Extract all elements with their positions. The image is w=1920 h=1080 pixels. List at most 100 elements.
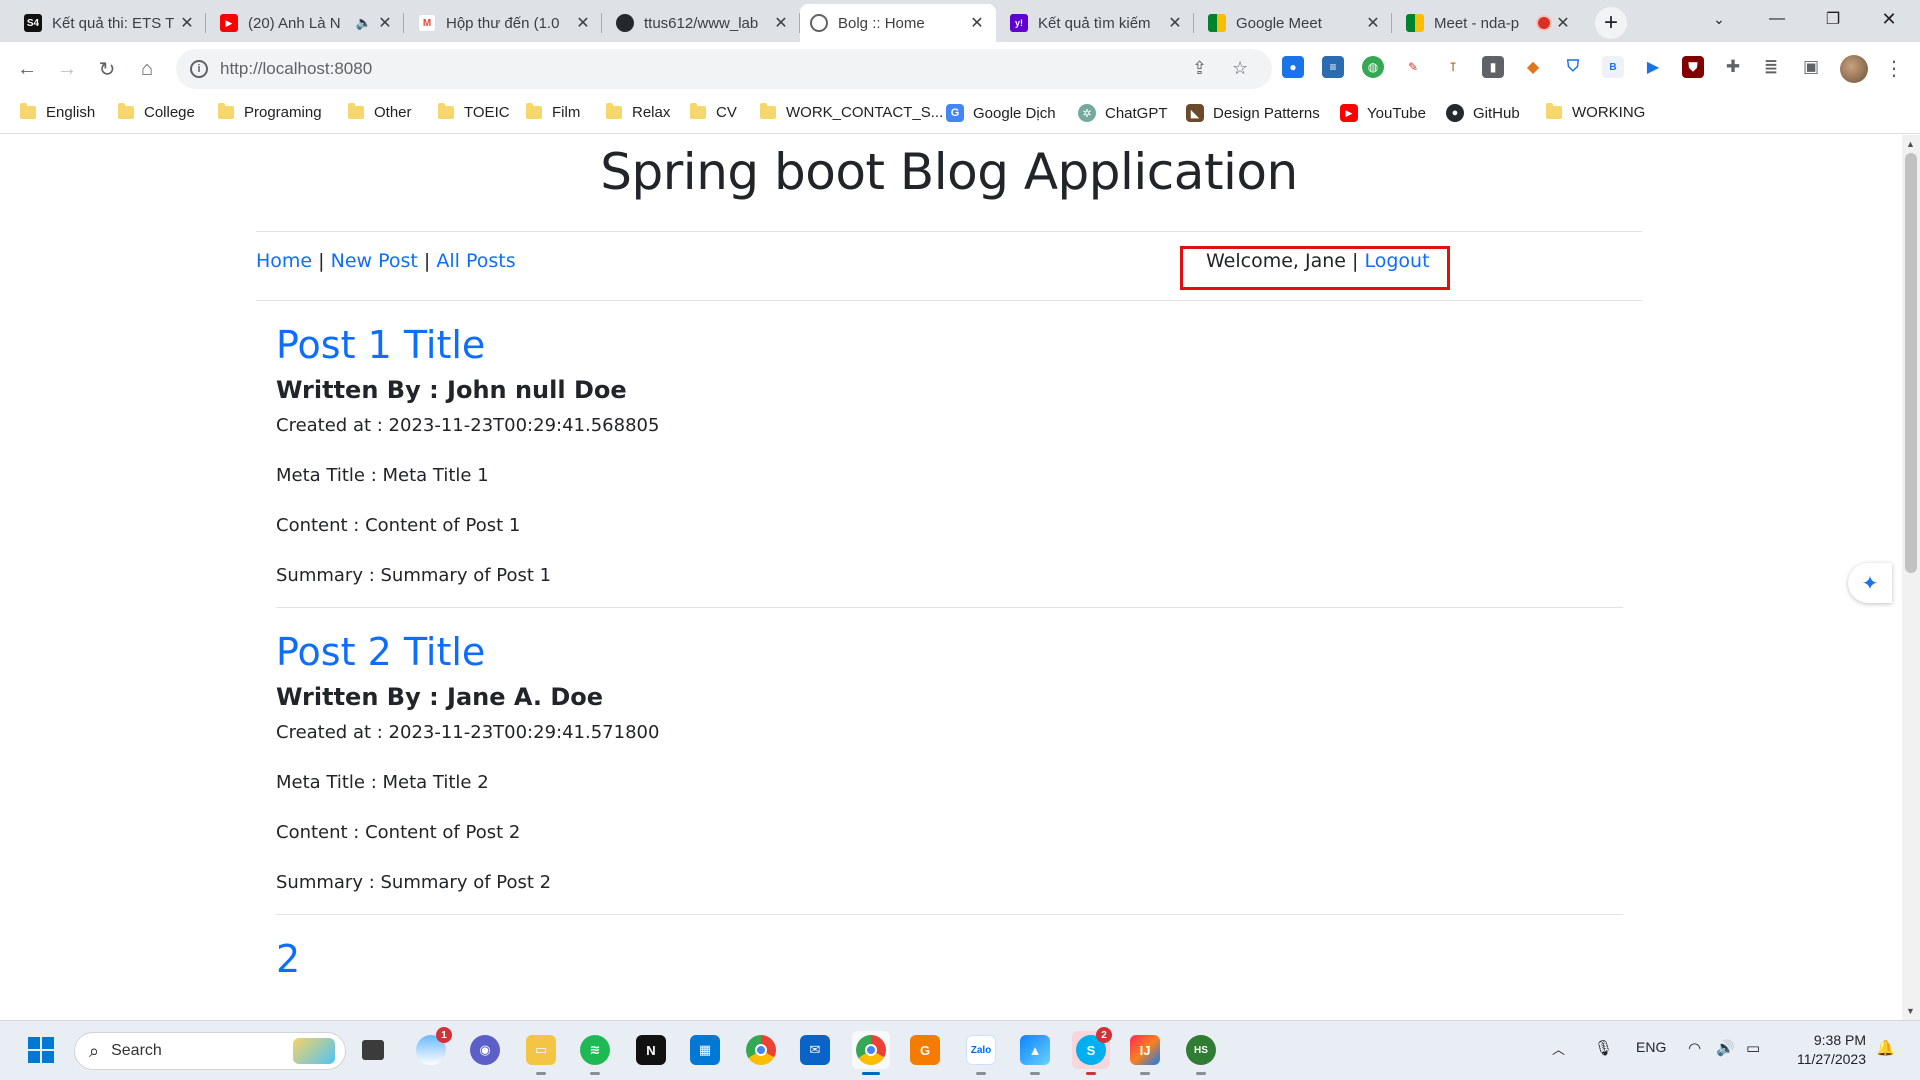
tab-github[interactable]: ttus612/www_lab ✕ <box>606 4 800 42</box>
nav-new-post-link[interactable]: New Post <box>331 250 418 272</box>
pagination-link[interactable]: 2 <box>276 937 1642 981</box>
new-tab-button[interactable]: + <box>1595 7 1627 39</box>
more-menu-icon[interactable]: ⋮ <box>1884 56 1904 81</box>
scrollbar-thumb[interactable] <box>1905 153 1917 573</box>
green-extension-icon[interactable]: ◍ <box>1362 56 1384 78</box>
minimize-button[interactable]: — <box>1754 0 1800 38</box>
teams-chat-icon[interactable]: ◉ <box>466 1031 504 1069</box>
reading-list-icon[interactable]: ≣ <box>1760 56 1782 78</box>
forward-button[interactable]: → <box>50 52 84 86</box>
bookmark-folder-college[interactable]: College <box>118 103 195 121</box>
page-scrollbar[interactable]: ▲ ▼ <box>1902 135 1920 1020</box>
close-icon[interactable]: ✕ <box>574 13 592 33</box>
nav-home-link[interactable]: Home <box>256 250 312 272</box>
metamask-icon[interactable]: ◆ <box>1522 56 1544 78</box>
bookmark-star-icon[interactable]: ☆ <box>1232 58 1248 79</box>
bookmark-folder-english[interactable]: English <box>20 103 95 121</box>
tab-youtube[interactable]: ▶ (20) Anh Là N 🔈 ✕ <box>210 4 404 42</box>
url-input[interactable] <box>220 59 1120 79</box>
ublock-icon[interactable]: ⛊ <box>1682 56 1704 78</box>
side-panel-icon[interactable]: ▣ <box>1800 56 1822 78</box>
bookmark-folder-cv[interactable]: CV <box>690 103 737 121</box>
post-title-link[interactable]: Post 2 Title <box>276 630 1623 674</box>
language-indicator[interactable]: ENG <box>1636 1039 1666 1055</box>
close-icon[interactable]: ✕ <box>376 13 394 33</box>
profile-avatar[interactable] <box>1840 55 1868 83</box>
home-icon[interactable]: ⌂ <box>130 52 164 86</box>
notification-bell-icon[interactable]: 🔔 <box>1876 1039 1895 1057</box>
close-window-button[interactable]: ✕ <box>1866 0 1912 38</box>
scroll-down-icon[interactable]: ▼ <box>1906 1006 1915 1016</box>
speaker-icon[interactable]: 🔈 <box>356 15 372 31</box>
weather-widget-icon[interactable]: 1 <box>412 1027 452 1069</box>
zalo-icon[interactable]: Zalo <box>962 1031 1000 1075</box>
color-extension-icon[interactable]: ✎ <box>1402 56 1424 78</box>
tab-search-icon[interactable]: ⌄ <box>1696 0 1742 38</box>
close-icon[interactable]: ✕ <box>1166 13 1184 33</box>
address-bar[interactable]: i ⇪ ☆ <box>176 49 1272 89</box>
spotify-icon[interactable]: ≋ <box>576 1031 614 1075</box>
chevron-up-icon[interactable]: ︿ <box>1552 1039 1565 1058</box>
tab-google-meet[interactable]: Google Meet ✕ <box>1198 4 1392 42</box>
battery-icon[interactable]: ▭ <box>1746 1039 1760 1057</box>
nav-all-posts-link[interactable]: All Posts <box>436 250 515 272</box>
bookmark-folder-toeic[interactable]: TOEIC <box>438 103 510 121</box>
play-extension-icon[interactable]: ▶ <box>1642 56 1664 78</box>
share-icon[interactable]: ⇪ <box>1192 58 1207 79</box>
chrome-icon[interactable] <box>742 1031 780 1069</box>
tab-gmail[interactable]: M Hộp thư đến (1.0 ✕ <box>408 4 602 42</box>
close-icon[interactable]: ✕ <box>772 13 790 33</box>
bookmark-youtube[interactable]: ▶ YouTube <box>1340 104 1426 122</box>
pin-extension-icon[interactable]: ⊺ <box>1442 56 1464 78</box>
shield-extension-icon[interactable]: ⛉ <box>1562 56 1584 78</box>
logout-link[interactable]: Logout <box>1364 250 1429 272</box>
bookmark-chatgpt[interactable]: ✲ ChatGPT <box>1078 104 1168 122</box>
tab-yahoo[interactable]: y! Kết quả tìm kiếm ✕ <box>1000 4 1194 42</box>
bookmark-folder-film[interactable]: Film <box>526 103 580 121</box>
scroll-up-icon[interactable]: ▲ <box>1906 139 1915 149</box>
close-icon[interactable]: ✕ <box>178 13 196 33</box>
water-drop-extension-icon[interactable]: ● <box>1282 56 1304 78</box>
reload-button[interactable]: ↻ <box>90 52 124 86</box>
bookmark-folder-other[interactable]: Other <box>348 103 412 121</box>
back-button[interactable]: ← <box>10 52 44 86</box>
mail-extension-icon[interactable]: ≡ <box>1322 56 1344 78</box>
notion-icon[interactable]: N <box>632 1031 670 1069</box>
wifi-icon[interactable]: ◠ <box>1688 1039 1701 1057</box>
device-extension-icon[interactable]: ▮ <box>1482 56 1504 78</box>
restore-button[interactable]: ❐ <box>1810 0 1856 38</box>
tab-meet-nda[interactable]: Meet - nda-p ✕ <box>1396 4 1582 42</box>
volume-icon[interactable]: 🔊 <box>1716 1039 1735 1057</box>
system-clock[interactable]: 9:38 PM 11/27/2023 <box>1786 1031 1866 1069</box>
post-title-link[interactable]: Post 1 Title <box>276 323 1623 367</box>
hs-app-icon[interactable]: HS <box>1182 1031 1220 1075</box>
tab-blog-home[interactable]: Bolg :: Home ✕ <box>800 4 996 42</box>
close-icon[interactable]: ✕ <box>968 13 986 33</box>
microphone-icon[interactable]: 🎙 <box>1594 1039 1613 1057</box>
chrome-active-icon[interactable] <box>852 1031 890 1075</box>
bookmark-github[interactable]: ● GitHub <box>1446 104 1520 122</box>
skype-icon[interactable]: S2 <box>1072 1027 1112 1075</box>
close-icon[interactable]: ✕ <box>1364 13 1382 33</box>
sparkle-assistant-icon[interactable]: ✦ <box>1848 563 1892 603</box>
bookmark-folder-programing[interactable]: Programing <box>218 103 322 121</box>
bookmark-folder-relax[interactable]: Relax <box>606 103 670 121</box>
task-view-icon[interactable] <box>354 1031 392 1069</box>
extensions-puzzle-icon[interactable]: ✚ <box>1722 56 1744 78</box>
microsoft-store-icon[interactable]: ▦ <box>686 1031 724 1069</box>
intellij-icon[interactable]: IJ <box>1126 1031 1164 1075</box>
bookmark-folder-work-contact[interactable]: WORK_CONTACT_S... <box>760 103 943 121</box>
bookmark-design-patterns[interactable]: ◣ Design Patterns <box>1186 104 1320 122</box>
taskbar-search[interactable]: ⌕ Search <box>74 1032 346 1070</box>
close-icon[interactable]: ✕ <box>1554 13 1572 33</box>
bookmark-google-translate[interactable]: G Google Dịch <box>946 104 1056 122</box>
tab-ets[interactable]: S4 Kết quả thi: ETS T ✕ <box>14 4 206 42</box>
photos-icon[interactable]: ▲ <box>1016 1031 1054 1075</box>
pdf-reader-icon[interactable]: G <box>906 1031 944 1069</box>
site-info-icon[interactable]: i <box>190 60 208 78</box>
file-explorer-icon[interactable]: ▭ <box>522 1031 560 1075</box>
windows-start-icon[interactable] <box>22 1031 60 1069</box>
b-extension-icon[interactable]: B <box>1602 56 1624 78</box>
mail-icon[interactable]: ✉ <box>796 1031 834 1069</box>
bookmark-folder-working[interactable]: WORKING <box>1546 103 1645 121</box>
